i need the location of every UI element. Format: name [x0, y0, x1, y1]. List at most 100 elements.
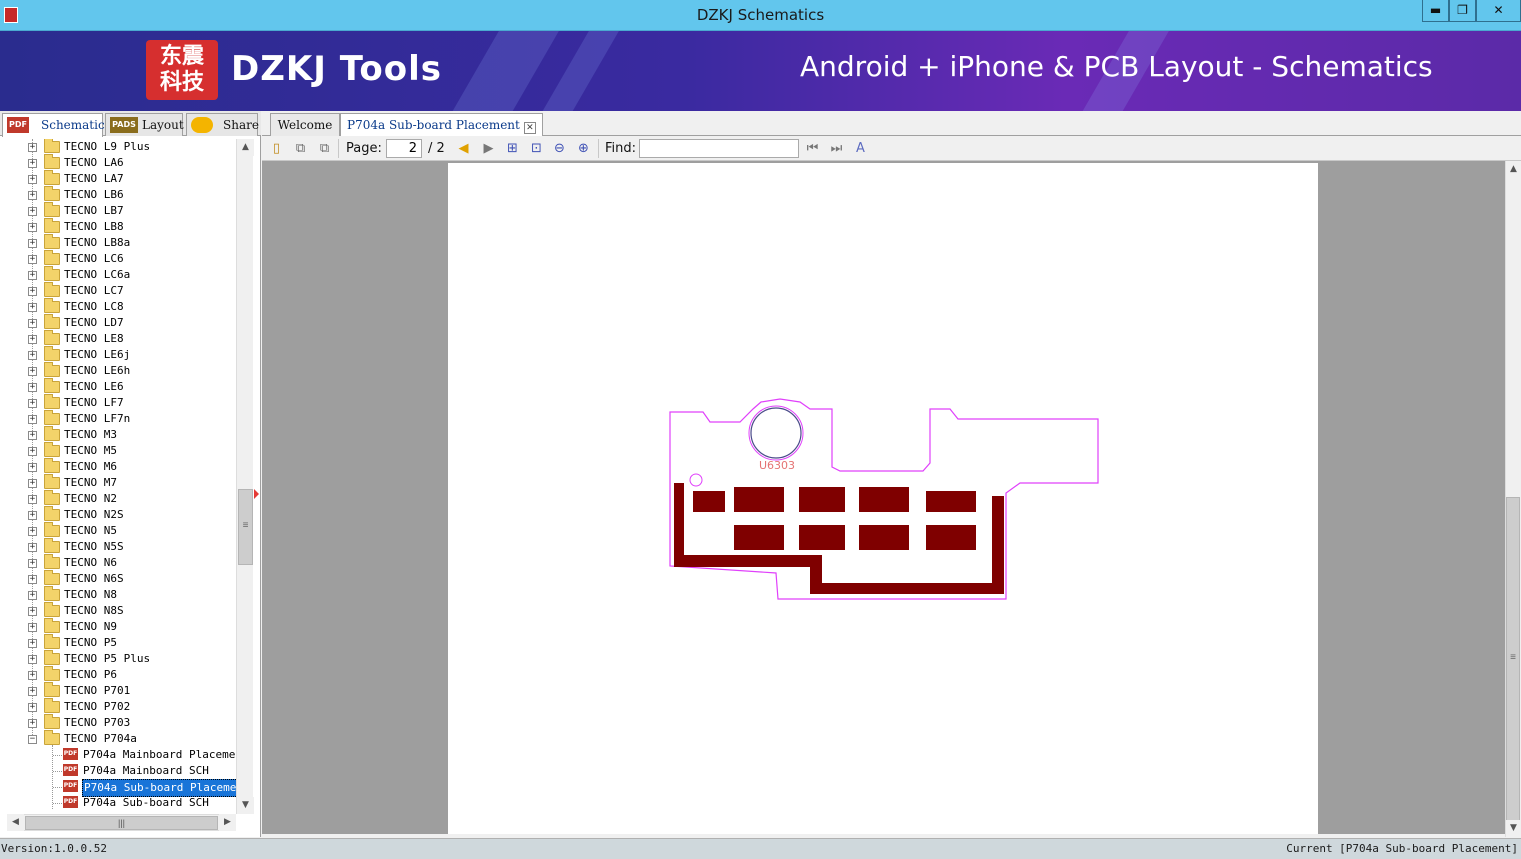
minimize-button[interactable]: ▬: [1422, 0, 1449, 22]
tab-schematic[interactable]: PDF Schematic: [2, 113, 105, 137]
zoom-out-icon[interactable]: ⊖: [551, 140, 568, 157]
tree-folder[interactable]: + TECNO LD7: [0, 314, 236, 331]
zoom-in-icon[interactable]: ⊕: [575, 140, 592, 157]
expand-icon[interactable]: +: [28, 399, 37, 408]
expand-icon[interactable]: +: [28, 559, 37, 568]
tree-folder[interactable]: + TECNO M7: [0, 474, 236, 491]
tree-file[interactable]: PDF P704a Mainboard SCH: [0, 763, 236, 779]
collapse-icon[interactable]: −: [28, 735, 37, 744]
expand-icon[interactable]: +: [28, 319, 37, 328]
expand-icon[interactable]: +: [28, 479, 37, 488]
tree-file[interactable]: PDF P704a Mainboard Placement: [0, 747, 236, 763]
close-button[interactable]: ✕: [1476, 0, 1521, 22]
tree-file[interactable]: PDF P704a Sub-board SCH: [0, 795, 236, 811]
expand-icon[interactable]: +: [28, 607, 37, 616]
tree-folder[interactable]: + TECNO LC8: [0, 298, 236, 315]
tree-folder[interactable]: + TECNO P703: [0, 714, 236, 731]
tree-folder[interactable]: + TECNO LB7: [0, 202, 236, 219]
find-previous-icon[interactable]: ⏮: [804, 140, 821, 157]
open-file-icon[interactable]: ▯: [268, 140, 285, 157]
scroll-down-icon[interactable]: ▼: [237, 797, 254, 814]
tree-folder[interactable]: + TECNO N8S: [0, 602, 236, 619]
find-input[interactable]: [639, 139, 799, 158]
expand-icon[interactable]: +: [28, 639, 37, 648]
tree-folder-expanded[interactable]: − TECNO P704a: [0, 730, 236, 747]
tree-folder[interactable]: + TECNO LC6a: [0, 266, 236, 283]
scroll-left-icon[interactable]: ◀: [7, 814, 24, 831]
tree-folder[interactable]: + TECNO LF7: [0, 394, 236, 411]
expand-icon[interactable]: +: [28, 223, 37, 232]
scroll-thumb[interactable]: ≡: [238, 489, 253, 565]
expand-icon[interactable]: +: [28, 159, 37, 168]
tree-folder[interactable]: + TECNO LB6: [0, 186, 236, 203]
tab-welcome[interactable]: Welcome: [270, 113, 340, 136]
tab-layout[interactable]: PADS Layout: [105, 113, 184, 136]
viewer-vertical-scrollbar[interactable]: ▲ ≡ ▼: [1505, 161, 1521, 837]
tree-folder[interactable]: + TECNO L9 Plus: [0, 139, 236, 155]
tree-horizontal-scrollbar[interactable]: ◀ ||| ▶: [7, 814, 236, 831]
expand-icon[interactable]: +: [28, 415, 37, 424]
tree-folder[interactable]: + TECNO M5: [0, 442, 236, 459]
tree-file[interactable]: PDF P704a Sub-board Placement: [0, 779, 236, 797]
paste-icon[interactable]: ⧉: [316, 140, 333, 157]
tab-sub-board-placement[interactable]: P704a Sub-board Placement ✕: [340, 113, 543, 136]
tree-folder[interactable]: + TECNO LE6j: [0, 346, 236, 363]
highlight-text-icon[interactable]: A: [852, 140, 869, 157]
tree-folder[interactable]: + TECNO N2: [0, 490, 236, 507]
tree-folder[interactable]: + TECNO N6: [0, 554, 236, 571]
expand-icon[interactable]: +: [28, 463, 37, 472]
expand-icon[interactable]: +: [28, 719, 37, 728]
next-page-icon[interactable]: ▶: [480, 140, 497, 157]
expand-icon[interactable]: +: [28, 255, 37, 264]
tree-folder[interactable]: + TECNO N9: [0, 618, 236, 635]
expand-icon[interactable]: +: [28, 351, 37, 360]
tree-folder[interactable]: + TECNO LB8a: [0, 234, 236, 251]
tree-folder[interactable]: + TECNO LF7n: [0, 410, 236, 427]
tree-folder[interactable]: + TECNO P5 Plus: [0, 650, 236, 667]
expand-icon[interactable]: +: [28, 191, 37, 200]
scroll-up-icon[interactable]: ▲: [237, 139, 254, 156]
tree-folder[interactable]: + TECNO P701: [0, 682, 236, 699]
expand-icon[interactable]: +: [28, 687, 37, 696]
splitter-arrow-icon[interactable]: [254, 489, 259, 499]
tree-folder[interactable]: + TECNO N5: [0, 522, 236, 539]
copy-icon[interactable]: ⧉: [292, 140, 309, 157]
tree-folder[interactable]: + TECNO M3: [0, 426, 236, 443]
expand-icon[interactable]: +: [28, 431, 37, 440]
expand-icon[interactable]: +: [28, 703, 37, 712]
scroll-thumb[interactable]: |||: [25, 816, 218, 830]
expand-icon[interactable]: +: [28, 335, 37, 344]
tree-folder[interactable]: + TECNO LE6: [0, 378, 236, 395]
tree-folder[interactable]: + TECNO N8: [0, 586, 236, 603]
expand-icon[interactable]: +: [28, 671, 37, 680]
fit-page-icon[interactable]: ⊡: [528, 140, 545, 157]
expand-icon[interactable]: +: [28, 447, 37, 456]
scroll-down-icon[interactable]: ▼: [1506, 820, 1521, 837]
expand-icon[interactable]: +: [28, 287, 37, 296]
tree-folder[interactable]: + TECNO N5S: [0, 538, 236, 555]
expand-icon[interactable]: +: [28, 543, 37, 552]
expand-icon[interactable]: +: [28, 175, 37, 184]
expand-icon[interactable]: +: [28, 527, 37, 536]
fit-width-icon[interactable]: ⊞: [504, 140, 521, 157]
page-number-input[interactable]: 2: [386, 139, 422, 158]
expand-icon[interactable]: +: [28, 591, 37, 600]
tree-folder[interactable]: + TECNO M6: [0, 458, 236, 475]
expand-icon[interactable]: +: [28, 143, 37, 152]
expand-icon[interactable]: +: [28, 207, 37, 216]
expand-icon[interactable]: +: [28, 623, 37, 632]
expand-icon[interactable]: +: [28, 383, 37, 392]
document-viewer[interactable]: U6303: [262, 161, 1505, 834]
tree-vertical-scrollbar[interactable]: ▲ ≡ ▼: [236, 139, 254, 814]
previous-page-icon[interactable]: ◀: [455, 140, 472, 157]
tree-folder[interactable]: + TECNO LB8: [0, 218, 236, 235]
expand-icon[interactable]: +: [28, 303, 37, 312]
expand-icon[interactable]: +: [28, 575, 37, 584]
expand-icon[interactable]: +: [28, 495, 37, 504]
tree-folder[interactable]: + TECNO N2S: [0, 506, 236, 523]
tree-folder[interactable]: + TECNO LC7: [0, 282, 236, 299]
tree-folder[interactable]: + TECNO P702: [0, 698, 236, 715]
expand-icon[interactable]: +: [28, 271, 37, 280]
find-next-icon[interactable]: ⏭: [828, 140, 845, 157]
tree-folder[interactable]: + TECNO LE6h: [0, 362, 236, 379]
